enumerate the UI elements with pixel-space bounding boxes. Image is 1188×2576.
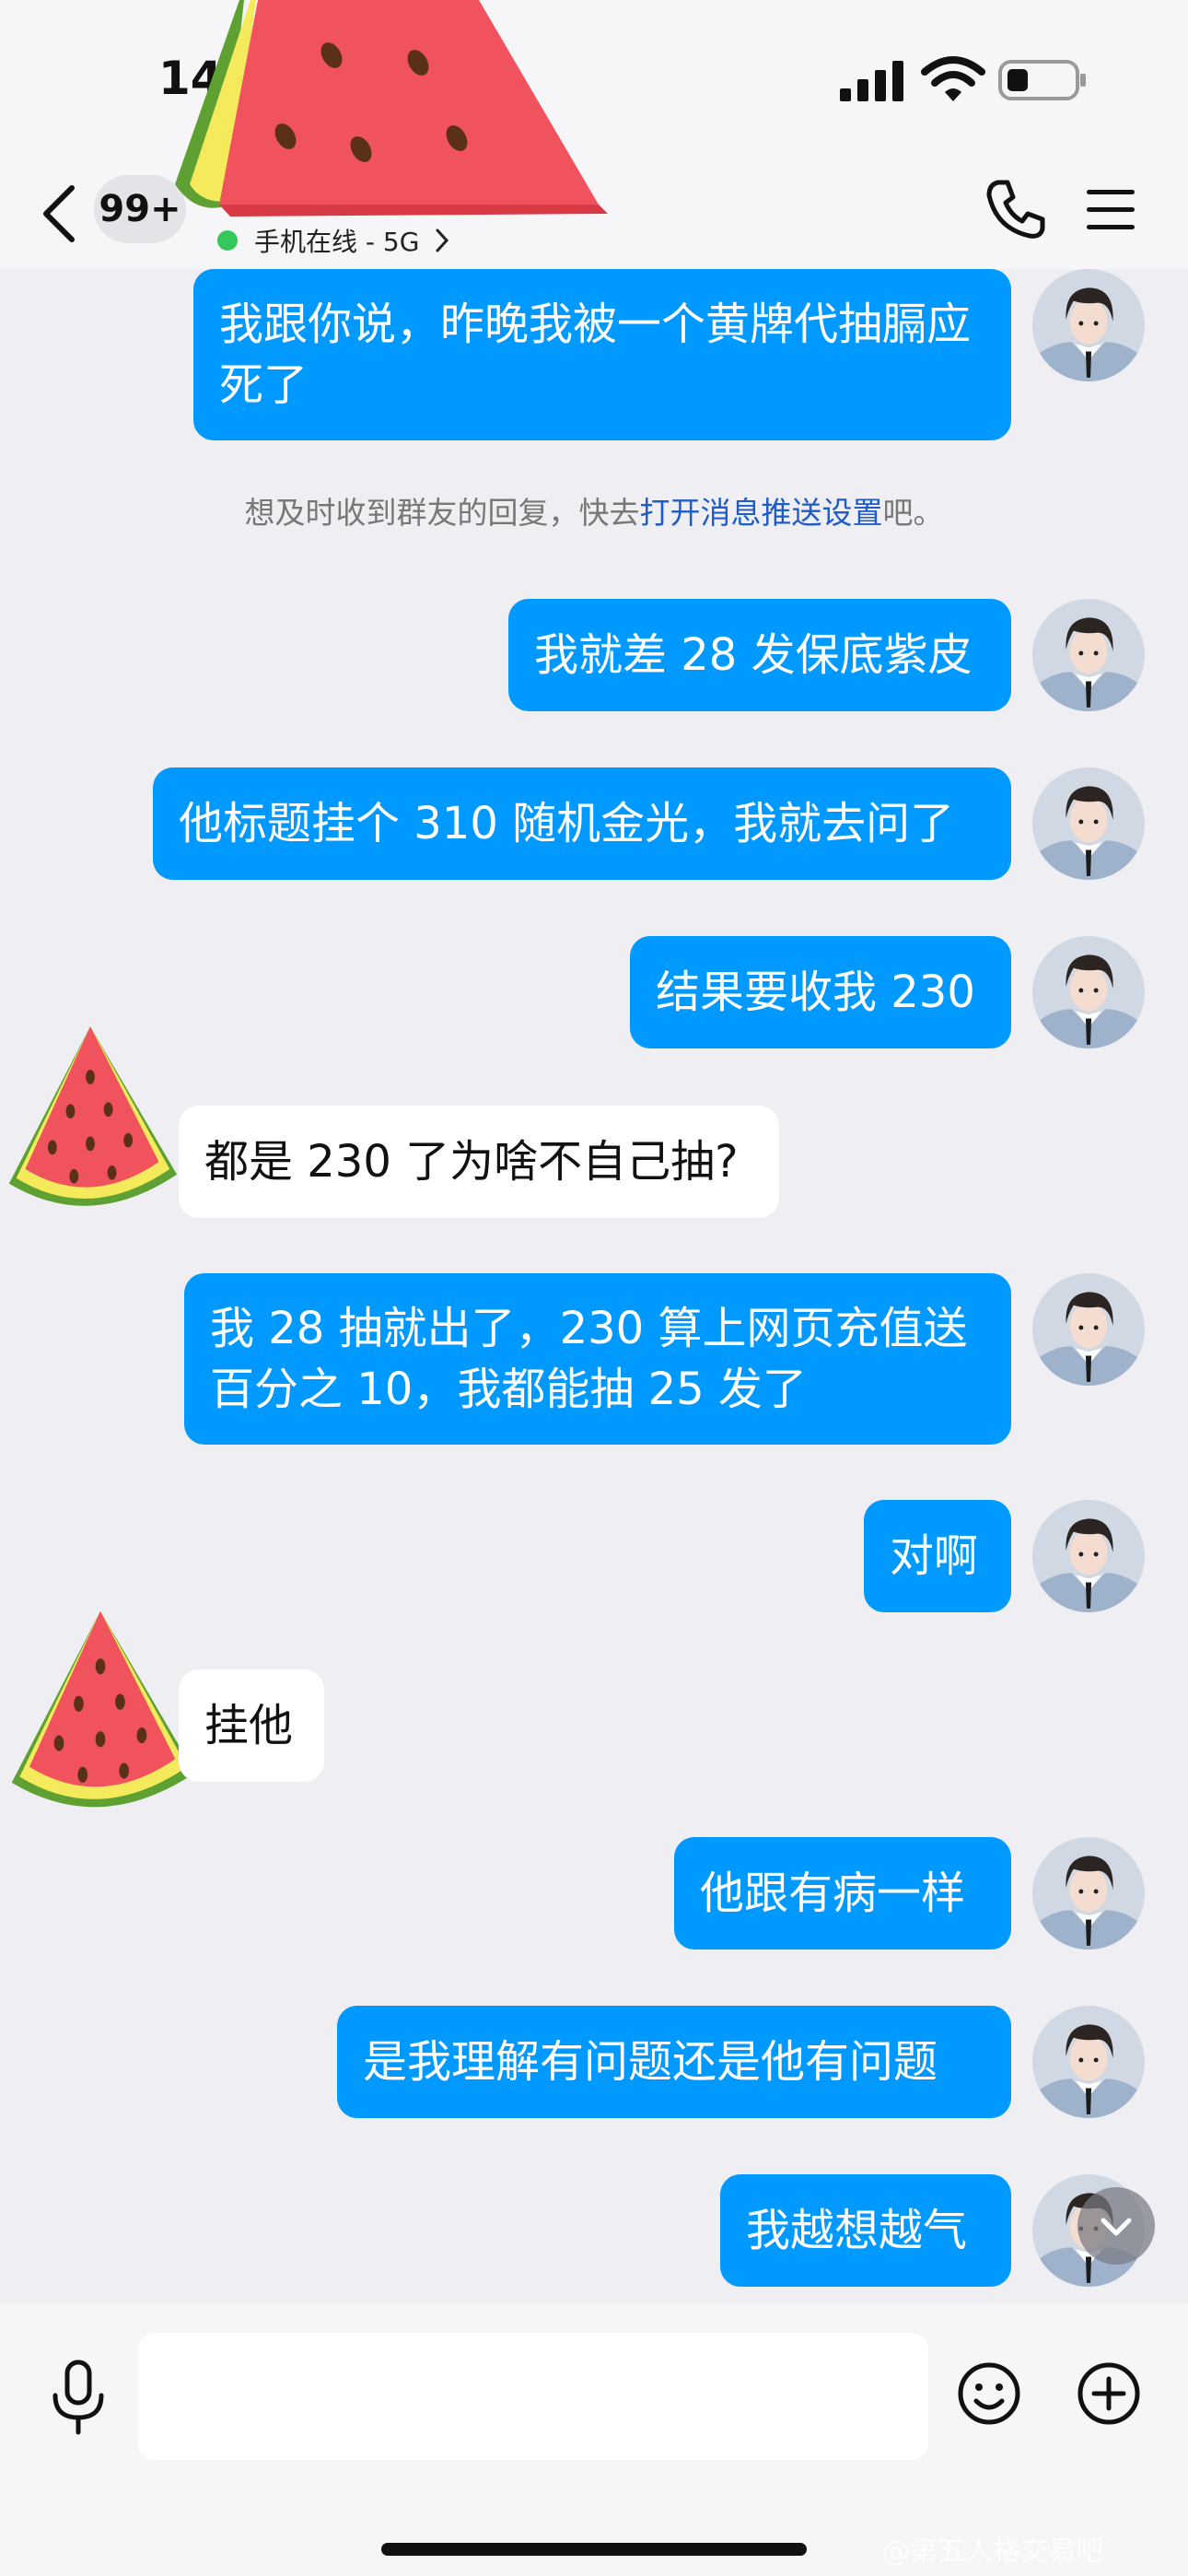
- message-input[interactable]: [138, 2333, 928, 2460]
- watermelon-avatar-icon[interactable]: [2, 1603, 199, 1824]
- message-bubble-outgoing[interactable]: 我越想越气: [720, 2174, 1011, 2287]
- watermelon-sticker-icon: [175, 0, 608, 217]
- push-settings-notice: 想及时收到群友的回复，快去打开消息推送设置吧。: [244, 495, 944, 531]
- message-bubble-incoming[interactable]: 挂他: [179, 1669, 324, 1782]
- user-avatar[interactable]: [1032, 1500, 1145, 1612]
- scroll-to-bottom-button[interactable]: [1077, 2187, 1155, 2265]
- input-bar: @第五人格交易吧: [0, 2303, 1188, 2576]
- watermelon-avatar-icon[interactable]: [0, 1018, 181, 1223]
- chevron-down-icon: [1101, 2218, 1132, 2236]
- user-avatar[interactable]: [1032, 1273, 1145, 1386]
- battery-icon: [998, 60, 1086, 100]
- user-avatar[interactable]: [1032, 599, 1145, 711]
- chevron-right-icon: [436, 228, 449, 252]
- user-avatar[interactable]: [1032, 269, 1145, 381]
- message-bubble-outgoing[interactable]: 结果要收我 230: [630, 936, 1011, 1048]
- home-indicator[interactable]: [381, 2543, 807, 2556]
- message-bubble-outgoing[interactable]: 他跟有病一样: [674, 1837, 1011, 1950]
- online-status[interactable]: 手机在线 - 5G: [217, 219, 450, 262]
- watermark: @第五人格交易吧: [882, 2535, 1103, 2568]
- message-bubble-outgoing[interactable]: 我就差 28 发保底紫皮: [508, 599, 1011, 711]
- online-status-label: 手机在线 - 5G: [254, 227, 420, 257]
- message-bubble-outgoing[interactable]: 是我理解有问题还是他有问题: [337, 2006, 1011, 2118]
- user-avatar[interactable]: [1032, 1837, 1145, 1950]
- plus-circle-icon[interactable]: [1076, 2360, 1142, 2427]
- user-avatar[interactable]: [1032, 936, 1145, 1048]
- user-avatar[interactable]: [1032, 2006, 1145, 2118]
- message-bubble-outgoing[interactable]: 我 28 抽就出了，230 算上网页充值送百分之 10，我都能抽 25 发了: [184, 1273, 1011, 1445]
- online-dot-icon: [217, 230, 238, 251]
- hamburger-menu-icon[interactable]: [1085, 184, 1136, 236]
- smiley-icon[interactable]: [956, 2360, 1022, 2427]
- message-bubble-outgoing[interactable]: 对啊: [864, 1500, 1011, 1612]
- message-bubble-outgoing[interactable]: 我跟你说，昨晚我被一个黄牌代抽膈应死了: [193, 269, 1011, 440]
- unread-count-badge[interactable]: 99+: [94, 175, 186, 243]
- chevron-left-icon[interactable]: [37, 181, 83, 247]
- phone-icon[interactable]: [984, 177, 1048, 241]
- signal-icon: [840, 61, 903, 101]
- message-bubble-outgoing[interactable]: 他标题挂个 310 随机金光，我就去问了: [153, 767, 1011, 880]
- message-bubble-incoming[interactable]: 都是 230 了为啥不自己抽?: [179, 1106, 779, 1218]
- push-settings-link[interactable]: 打开消息推送设置: [640, 495, 883, 531]
- wifi-icon: [921, 56, 985, 101]
- microphone-icon[interactable]: [46, 2359, 111, 2436]
- user-avatar[interactable]: [1032, 767, 1145, 880]
